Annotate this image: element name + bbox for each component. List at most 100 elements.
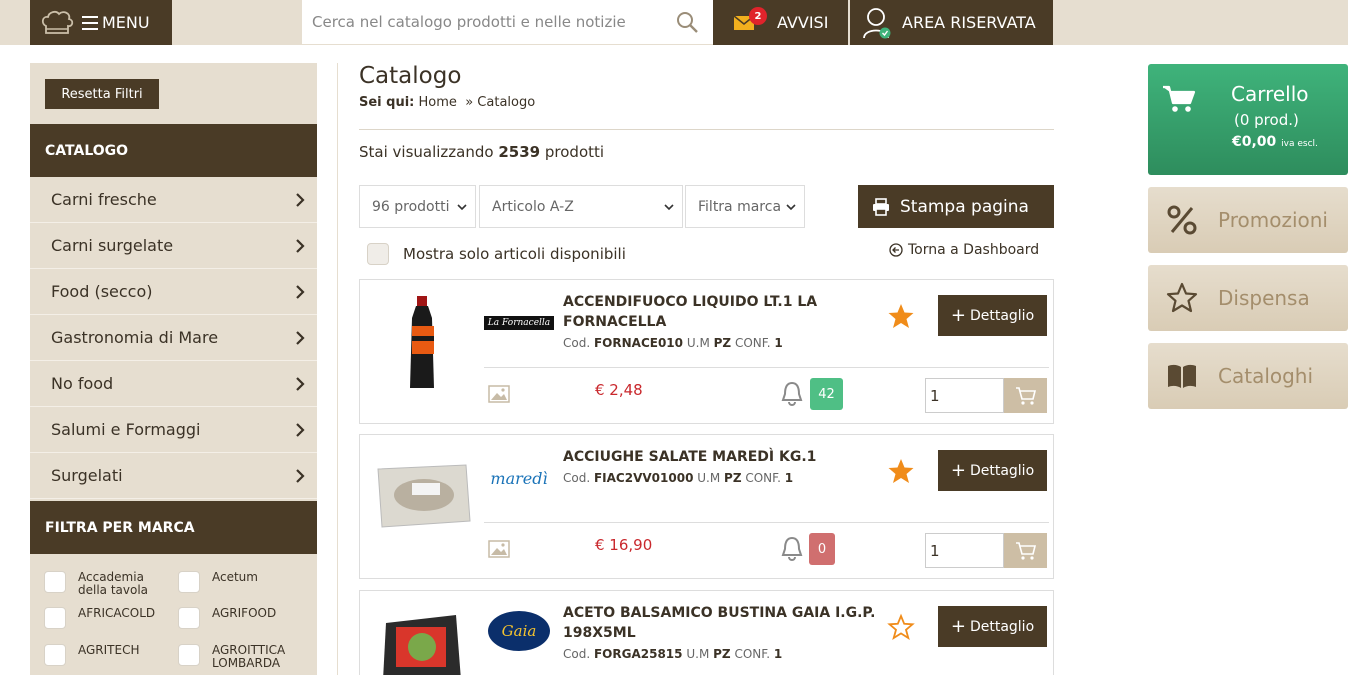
category-label: No food xyxy=(51,374,114,393)
bell-icon[interactable] xyxy=(780,535,804,563)
per-page-select[interactable]: 96 prodotti xyxy=(359,185,476,228)
catalog-heading: CATALOGO xyxy=(30,124,317,177)
stock-badge: 42 xyxy=(810,378,843,410)
bell-icon[interactable] xyxy=(780,380,804,408)
reset-filters-button[interactable]: Resetta Filtri xyxy=(45,79,159,109)
brand-checkbox[interactable] xyxy=(44,644,66,666)
count-value: 2539 xyxy=(498,143,541,161)
category-label: Food (secco) xyxy=(51,282,153,301)
favorite-star-icon[interactable] xyxy=(887,302,915,330)
breadcrumb-prefix: Sei qui: xyxy=(359,95,415,110)
cataloghi-button[interactable]: Cataloghi xyxy=(1148,343,1348,409)
brand-label: Accademia della tavola xyxy=(78,570,149,597)
product-image[interactable] xyxy=(372,603,472,675)
cart-total: €0,00 iva escl. xyxy=(1232,134,1318,150)
cart-total-note: iva escl. xyxy=(1281,139,1318,149)
chevron-down-icon xyxy=(786,204,796,211)
area-riservata-button[interactable]: AREA RISERVATA xyxy=(850,0,1053,45)
print-page-button[interactable]: Stampa pagina xyxy=(858,185,1054,228)
chevron-right-icon xyxy=(296,284,305,299)
brand-checkbox[interactable] xyxy=(44,571,66,593)
brand-checkbox-item[interactable]: Acetum xyxy=(178,571,304,593)
brand-checkbox[interactable] xyxy=(178,571,200,593)
image-icon[interactable] xyxy=(488,540,510,558)
conf-value: 1 xyxy=(774,336,783,350)
chevron-right-icon xyxy=(296,330,305,345)
menu-button[interactable]: MENU xyxy=(30,0,172,45)
brand-logo: Gaia xyxy=(488,611,550,651)
um-value: PZ xyxy=(713,647,731,661)
brand-checkbox-item[interactable]: AGRITECH xyxy=(44,644,174,666)
chevron-right-icon xyxy=(296,468,305,483)
avvisi-button[interactable]: 2 AVVISI xyxy=(713,0,848,45)
available-only-checkbox[interactable] xyxy=(367,243,389,265)
divider xyxy=(359,129,1054,130)
code-value: FIAC2VV01000 xyxy=(593,471,694,485)
chevron-right-icon xyxy=(296,238,305,253)
hamburger-icon xyxy=(82,15,98,30)
brand-select[interactable]: Filtra marca xyxy=(685,185,805,228)
brand-checkbox[interactable] xyxy=(178,607,200,629)
brand-checkbox-item[interactable]: AFRICACOLD xyxy=(44,607,174,629)
sidebar: Resetta Filtri CATALOGO Carni fresche Ca… xyxy=(30,63,317,675)
code-label: Cod. xyxy=(563,647,591,661)
brand-label: AGROITTICA LOMBARDA xyxy=(212,643,286,670)
brand-checkbox-item[interactable]: Accademia della tavola xyxy=(44,571,174,597)
um-label: U.M xyxy=(697,471,721,485)
category-label: Surgelati xyxy=(51,466,123,485)
product-name[interactable]: ACETO BALSAMICO BUSTINA GAIA I.G.P. 198X… xyxy=(563,603,883,643)
category-item[interactable]: Food (secco) xyxy=(30,269,317,315)
image-icon[interactable] xyxy=(488,385,510,403)
category-item[interactable]: No food xyxy=(30,361,317,407)
promozioni-button[interactable]: Promozioni xyxy=(1148,187,1348,253)
chef-hat-icon xyxy=(41,10,74,34)
search-icon[interactable] xyxy=(675,10,699,34)
product-code: Cod. FIAC2VV01000 U.M PZ CONF. 1 xyxy=(563,471,793,485)
detail-button[interactable]: + Dettaglio xyxy=(938,606,1047,647)
category-item[interactable]: Salumi e Formaggi xyxy=(30,407,317,453)
breadcrumb-home-link[interactable]: Home xyxy=(419,95,457,110)
product-name[interactable]: ACCIUGHE SALATE MAREDÌ KG.1 xyxy=(563,447,883,467)
brand-checkbox[interactable] xyxy=(178,644,200,666)
brand-checkbox[interactable] xyxy=(44,607,66,629)
category-item[interactable]: Carni fresche xyxy=(30,177,317,223)
search-input[interactable] xyxy=(312,9,662,35)
area-riservata-label: AREA RISERVATA xyxy=(902,13,1036,32)
plus-icon: + xyxy=(950,305,966,326)
add-to-cart-button[interactable] xyxy=(1004,378,1047,413)
category-item[interactable]: Gastronomia di Mare xyxy=(30,315,317,361)
category-label: Gastronomia di Mare xyxy=(51,328,219,347)
product-count: Stai visualizzando 2539 prodotti xyxy=(359,143,604,161)
brand-checkbox-item[interactable]: AGRIFOOD xyxy=(178,607,304,629)
dispensa-button[interactable]: Dispensa xyxy=(1148,265,1348,331)
card-divider xyxy=(484,522,1049,523)
breadcrumb-separator: » xyxy=(465,95,474,110)
back-to-dashboard-link[interactable]: Torna a Dashboard xyxy=(889,242,1039,258)
category-item[interactable]: Carni surgelate xyxy=(30,223,317,269)
category-item[interactable]: Surgelati xyxy=(30,453,317,499)
breadcrumb: Sei qui: Home » Catalogo xyxy=(359,95,535,110)
cart-summary[interactable]: Carrello (0 prod.) €0,00 iva escl. xyxy=(1148,64,1348,175)
available-only-toggle[interactable]: Mostra solo articoli disponibili xyxy=(367,243,626,265)
detail-button[interactable]: + Dettaglio xyxy=(938,295,1047,336)
quantity-input[interactable] xyxy=(925,378,1004,413)
product-image[interactable] xyxy=(372,447,472,547)
brand-checkbox-item[interactable]: AGROITTICA LOMBARDA xyxy=(178,644,304,670)
add-to-cart-button[interactable] xyxy=(1004,533,1047,568)
quantity-input[interactable] xyxy=(925,533,1004,568)
code-value: FORNACE010 xyxy=(593,336,684,350)
um-value: PZ xyxy=(713,336,732,350)
top-bar: MENU 2 AVVISI AREA RISERVATA xyxy=(0,0,1348,45)
detail-label: Dettaglio xyxy=(969,307,1035,324)
stock-badge: 0 xyxy=(809,533,835,565)
favorite-star-icon[interactable] xyxy=(887,457,915,485)
favorite-star-outline-icon[interactable] xyxy=(887,613,915,641)
detail-button[interactable]: + Dettaglio xyxy=(938,450,1047,491)
brand-filter-heading: FILTRA PER MARCA xyxy=(30,501,317,554)
product-image[interactable] xyxy=(372,292,472,392)
chevron-right-icon xyxy=(296,376,305,391)
cart-total-value: €0,00 xyxy=(1232,134,1277,150)
product-card: La Fornacella ACCENDIFUOCO LIQUIDO LT.1 … xyxy=(359,279,1054,424)
sort-select[interactable]: Articolo A-Z xyxy=(479,185,683,228)
product-name[interactable]: ACCENDIFUOCO LIQUIDO LT.1 LA FORNACELLA xyxy=(563,292,883,332)
